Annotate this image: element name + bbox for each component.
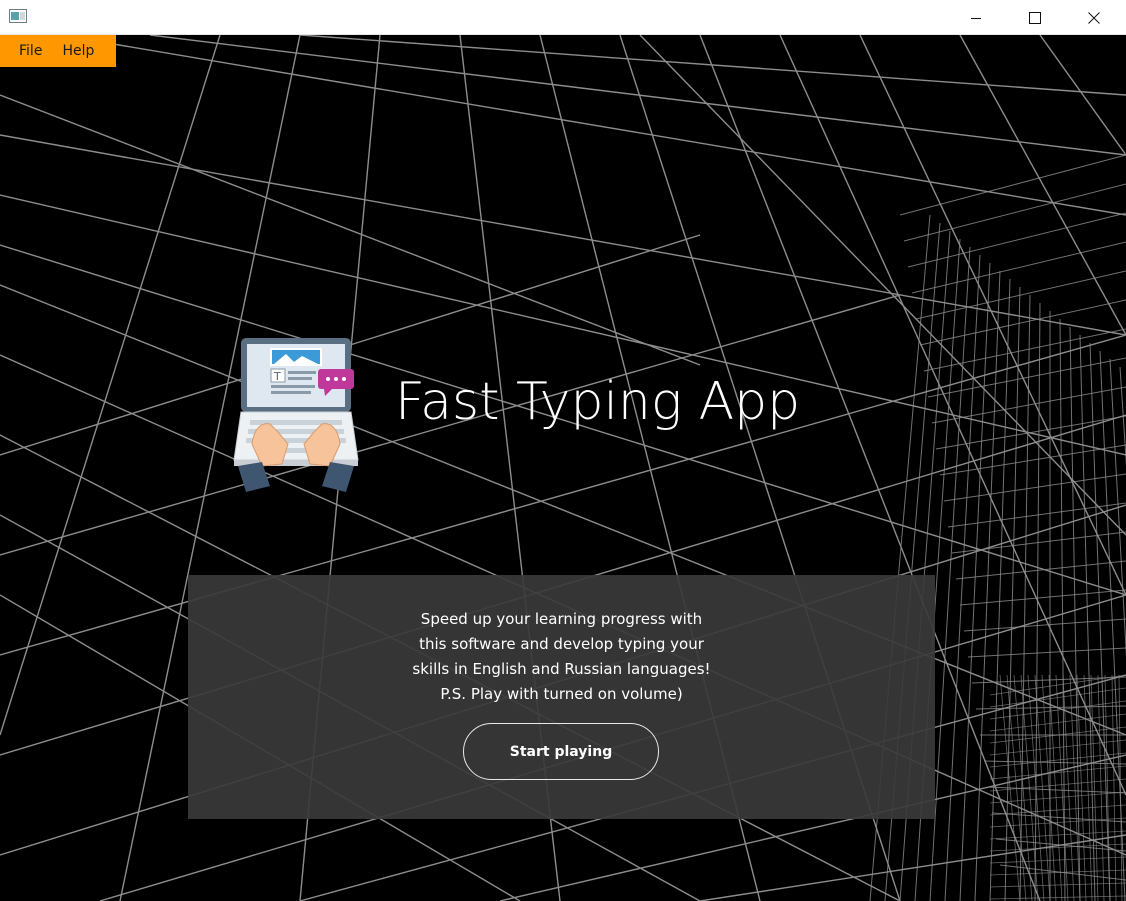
close-button[interactable] bbox=[1071, 0, 1117, 35]
description-line: Speed up your learning progress with bbox=[420, 610, 703, 628]
svg-text:T: T bbox=[273, 370, 281, 383]
laptop-typing-icon: T bbox=[233, 338, 359, 492]
app-title: Fast Typing App bbox=[395, 372, 801, 432]
maximize-icon bbox=[1029, 11, 1041, 24]
close-icon bbox=[1088, 11, 1100, 24]
description-line: skills in English and Russian languages! bbox=[412, 660, 711, 678]
minimize-button[interactable] bbox=[953, 0, 999, 35]
maximize-button[interactable] bbox=[1012, 0, 1058, 35]
description-line: P.S. Play with turned on volume) bbox=[440, 685, 683, 703]
app-client-area: File Help T Fast Typing App Speed up you… bbox=[0, 35, 1126, 901]
menu-bar: File Help bbox=[0, 35, 116, 67]
start-playing-button[interactable]: Start playing bbox=[463, 723, 659, 780]
description-line: this software and develop typing your bbox=[419, 635, 704, 653]
menu-file[interactable]: File bbox=[19, 35, 42, 67]
app-window-icon bbox=[9, 9, 27, 23]
menu-help[interactable]: Help bbox=[62, 35, 94, 67]
window-titlebar bbox=[0, 0, 1126, 35]
description-text: Speed up your learning progress with thi… bbox=[188, 607, 935, 707]
minimize-icon bbox=[971, 17, 981, 19]
intro-panel: Speed up your learning progress with thi… bbox=[188, 575, 935, 819]
